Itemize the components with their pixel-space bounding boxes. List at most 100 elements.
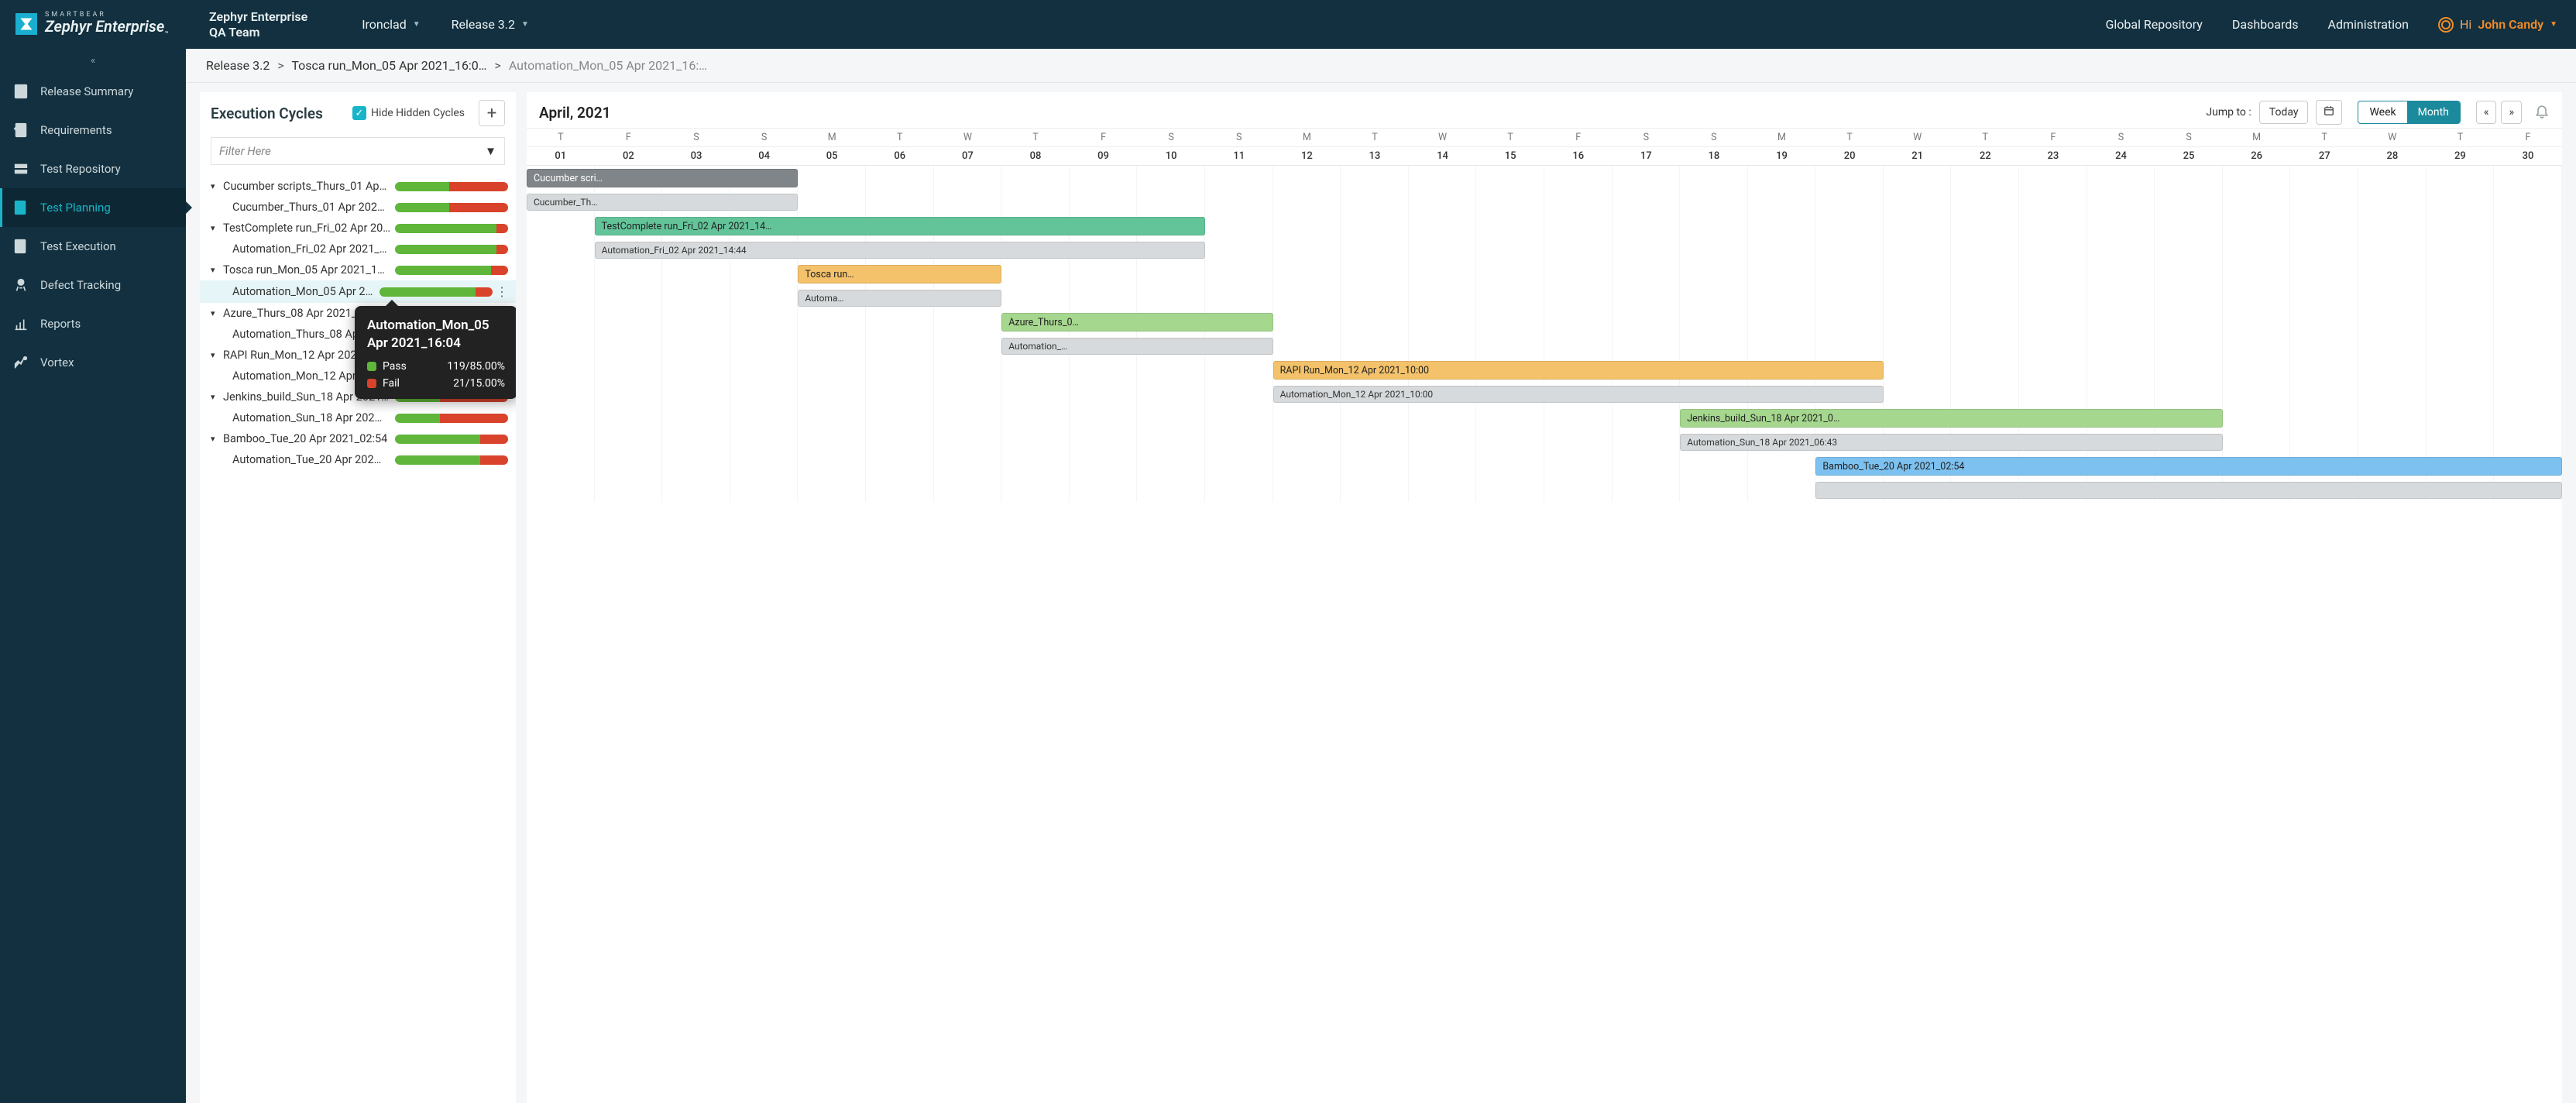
gantt-bar[interactable]: RAPI Run_Mon_12 Apr 2021_10:00 xyxy=(1273,361,1884,380)
kebab-menu-icon[interactable]: ⋮ xyxy=(496,284,508,299)
gantt-body: Cucumber scri… Cucumber_Th… TestComplete r… xyxy=(527,166,2562,502)
cycle-label: Automation_Sun_18 Apr 202… xyxy=(232,411,390,424)
breadcrumb-current: Automation_Mon_05 Apr 2021_16:… xyxy=(509,58,707,73)
cycles-panel: Execution Cycles ✓ Hide Hidden Cycles + … xyxy=(200,92,516,1103)
day-letter-header: TFSSMTWTFSSMTWTFSSMTWTFSSMTWTF xyxy=(527,129,2562,147)
filter-input[interactable]: Filter Here ▼ xyxy=(211,137,505,165)
gantt-bar[interactable]: Automation_Sun_18 Apr 2021_06:43 xyxy=(1680,434,2223,451)
context-dropdowns: Ironclad ▼ Release 3.2 ▼ xyxy=(362,17,529,32)
filter-icon[interactable]: ▼ xyxy=(485,144,496,158)
cycle-child-row[interactable]: Automation_Sun_18 Apr 202… xyxy=(200,407,516,428)
cycle-label: Automation_Fri_02 Apr 2021_… xyxy=(232,242,390,256)
sidebar-item-test-execution[interactable]: Test Execution xyxy=(0,227,186,266)
gantt-bar[interactable]: TestComplete run_Fri_02 Apr 2021_14… xyxy=(595,217,1205,235)
cycle-tooltip: Automation_Mon_05 Apr 2021_16:04 Pass 11… xyxy=(355,306,516,399)
caret-down-icon: ▾ xyxy=(211,434,220,444)
gantt-row xyxy=(527,406,2562,430)
status-bar xyxy=(380,287,493,297)
hide-hidden-cycles-toggle[interactable]: ✓ Hide Hidden Cycles xyxy=(352,106,465,120)
sidebar-item-defect-tracking[interactable]: Defect Tracking xyxy=(0,266,186,304)
caret-down-icon: ▼ xyxy=(521,20,529,29)
cycle-parent-row[interactable]: ▾Bamboo_Tue_20 Apr 2021_02:54 xyxy=(200,428,516,449)
project-block: Zephyr Enterprise QA Team xyxy=(209,9,307,39)
today-button[interactable]: Today xyxy=(2259,101,2309,124)
gantt-panel: April, 2021 Jump to : Today Week Month «… xyxy=(527,92,2562,1103)
caret-down-icon: ▾ xyxy=(211,265,220,275)
cycle-label: Bamboo_Tue_20 Apr 2021_02:54 xyxy=(223,432,390,445)
fail-dot-icon xyxy=(367,379,376,388)
gantt-bar[interactable]: Bamboo_Tue_20 Apr 2021_02:54 xyxy=(1815,457,2562,476)
sidebar-item-label: Release Summary xyxy=(40,84,133,98)
user-menu[interactable]: Hi John Candy ▼ xyxy=(2438,17,2557,33)
sidebar-item-label: Requirements xyxy=(40,123,112,137)
calendar-button[interactable] xyxy=(2316,100,2342,125)
sidebar-item-test-repository[interactable]: Test Repository xyxy=(0,149,186,188)
gantt-bar[interactable]: Automation_Fri_02 Apr 2021_14:44 xyxy=(595,242,1205,259)
main: Release 3.2 > Tosca run_Mon_05 Apr 2021_… xyxy=(186,49,2576,1103)
avatar-icon xyxy=(2438,17,2454,33)
top-nav: Global Repository Dashboards Administrat… xyxy=(2105,17,2576,33)
cycle-parent-row[interactable]: ▾Tosca run_Mon_05 Apr 2021_16:04 xyxy=(200,259,516,280)
cycle-child-row[interactable]: Automation_Fri_02 Apr 2021_… xyxy=(200,239,516,259)
sidebar-item-label: Defect Tracking xyxy=(40,278,121,292)
gantt-row xyxy=(527,334,2562,358)
cycle-label: Automation_Mon_05 Apr 202… xyxy=(232,285,375,298)
sidebar-item-test-planning[interactable]: Test Planning xyxy=(0,188,186,227)
add-cycle-button[interactable]: + xyxy=(479,100,505,126)
nav-administration[interactable]: Administration xyxy=(2328,17,2409,32)
nav-global-repository[interactable]: Global Repository xyxy=(2105,17,2202,32)
cycles-tree: ▾Cucumber scripts_Thurs_01 Apr 2…Cucumbe… xyxy=(200,173,516,1103)
gantt-bar[interactable]: Tosca run… xyxy=(798,265,1001,283)
cycle-parent-row[interactable]: ▾Cucumber scripts_Thurs_01 Apr 2… xyxy=(200,176,516,197)
cycle-child-row[interactable]: Automation_Mon_05 Apr 202… ⋮ xyxy=(200,280,516,303)
status-bar xyxy=(395,414,508,423)
dropdown-ironclad[interactable]: Ironclad ▼ xyxy=(362,17,420,32)
breadcrumb-item[interactable]: Release 3.2 xyxy=(206,58,270,73)
breadcrumb-item[interactable]: Tosca run_Mon_05 Apr 2021_16:0… xyxy=(291,58,486,73)
logo-icon xyxy=(15,13,37,35)
cycle-parent-row[interactable]: ▾TestComplete run_Fri_02 Apr 202… xyxy=(200,218,516,239)
month-view-button[interactable]: Month xyxy=(2407,101,2460,123)
sidebar: « Release Summary Requirements Test Reposi… xyxy=(0,49,186,1103)
next-button[interactable]: » xyxy=(2501,101,2522,124)
week-view-button[interactable]: Week xyxy=(2358,101,2406,123)
caret-down-icon: ▼ xyxy=(2550,20,2557,29)
prev-button[interactable]: « xyxy=(2476,101,2497,124)
gantt-bar[interactable]: Jenkins_build_Sun_18 Apr 2021_0… xyxy=(1680,409,2223,428)
gantt-bar[interactable] xyxy=(1815,482,2562,499)
sidebar-item-requirements[interactable]: Requirements xyxy=(0,111,186,149)
gantt-row xyxy=(527,166,2562,190)
cycle-child-row[interactable]: Cucumber_Thurs_01 Apr 202… xyxy=(200,197,516,218)
sidebar-item-vortex[interactable]: Vortex xyxy=(0,343,186,382)
cycles-title: Execution Cycles xyxy=(211,105,323,122)
caret-down-icon: ▾ xyxy=(211,308,220,318)
sidebar-item-reports[interactable]: Reports xyxy=(0,304,186,343)
sidebar-item-label: Test Execution xyxy=(40,239,116,253)
dropdown-release[interactable]: Release 3.2 ▼ xyxy=(452,17,529,32)
gantt-bar[interactable]: Cucumber_Th… xyxy=(527,194,798,211)
status-bar xyxy=(395,245,508,254)
gantt-bar[interactable]: Automa… xyxy=(798,290,1001,307)
nav-dashboards[interactable]: Dashboards xyxy=(2232,17,2299,32)
day-number-header: 0102030405060708091011121314151617181920… xyxy=(527,147,2562,166)
logo[interactable]: SMARTBEAR Zephyr Enterprise™ xyxy=(0,12,186,38)
status-bar xyxy=(395,435,508,444)
status-bar xyxy=(395,203,508,212)
sidebar-item-release-summary[interactable]: Release Summary xyxy=(0,72,186,111)
gantt-bar[interactable]: Cucumber scri… xyxy=(527,169,798,187)
cycle-label: Tosca run_Mon_05 Apr 2021_16:04 xyxy=(223,263,390,277)
gantt-bar[interactable]: Automation_… xyxy=(1001,338,1273,355)
gantt-bar[interactable]: Azure_Thurs_0… xyxy=(1001,313,1273,332)
project-team: QA Team xyxy=(209,25,307,40)
bell-icon[interactable] xyxy=(2534,103,2550,122)
status-bar xyxy=(395,182,508,191)
gantt-row xyxy=(527,430,2562,454)
pass-dot-icon xyxy=(367,362,376,371)
jump-to-label: Jump to : xyxy=(2206,106,2251,119)
sidebar-collapse-button[interactable]: « xyxy=(0,49,186,72)
gantt-title: April, 2021 xyxy=(539,104,610,122)
cycle-child-row[interactable]: Automation_Tue_20 Apr 202… xyxy=(200,449,516,470)
gantt-row xyxy=(527,190,2562,214)
gantt-bar[interactable]: Automation_Mon_12 Apr 2021_10:00 xyxy=(1273,386,1884,403)
caret-down-icon: ▾ xyxy=(211,223,220,233)
